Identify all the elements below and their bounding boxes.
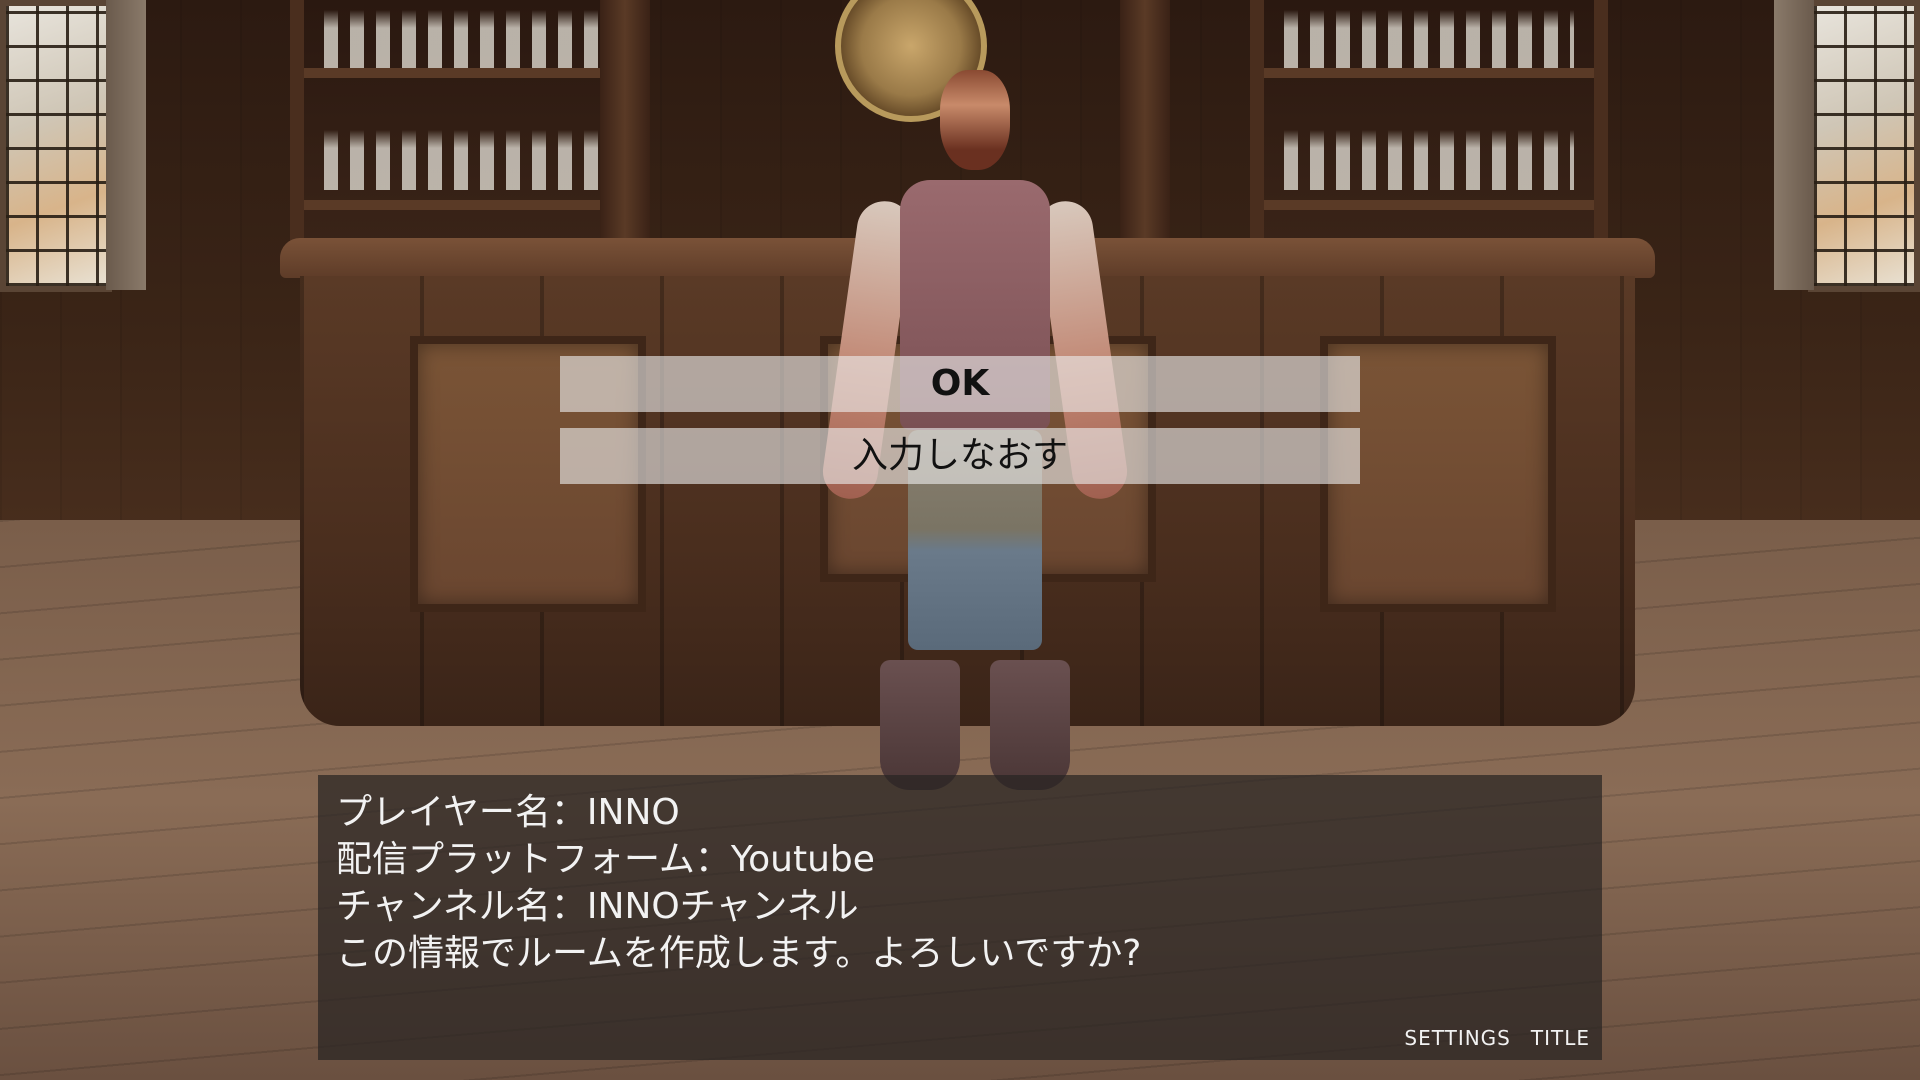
dialog-text: プレイヤー名：INNO 配信プラットフォーム：Youtube チャンネル名：IN…: [336, 789, 1141, 977]
dialog-box: プレイヤー名：INNO 配信プラットフォーム：Youtube チャンネル名：IN…: [318, 775, 1602, 1060]
settings-button[interactable]: SETTINGS: [1404, 1026, 1510, 1050]
game-scene: OK 入力しなおす プレイヤー名：INNO 配信プラットフォーム：Youtube…: [0, 0, 1920, 1080]
shelf-bottles: [1284, 130, 1574, 190]
shelf-bottles: [324, 10, 614, 70]
system-menu: SETTINGS TITLE: [1404, 1026, 1590, 1050]
channel-name-line: チャンネル名：INNOチャンネル: [336, 886, 859, 927]
stained-glass-window-left: [0, 0, 112, 292]
shelf-board: [1264, 68, 1594, 78]
character-boot: [990, 660, 1070, 790]
bottle-shelf-left: [290, 0, 648, 250]
platform-line: 配信プラットフォーム：Youtube: [336, 839, 875, 880]
player-name-line: プレイヤー名：INNO: [336, 792, 680, 833]
character-boot: [880, 660, 960, 790]
shelf-bottles: [324, 130, 614, 190]
re-enter-button[interactable]: 入力しなおす: [560, 428, 1360, 484]
window-frame-right: [1774, 0, 1814, 290]
window-frame-left: [106, 0, 146, 290]
title-button[interactable]: TITLE: [1531, 1026, 1590, 1050]
character-head: [940, 70, 1010, 170]
shelf-board: [304, 200, 634, 210]
shelf-board: [304, 68, 634, 78]
bottle-shelf-right: [1250, 0, 1608, 250]
wood-pillar: [1120, 0, 1170, 260]
confirmation-question: この情報でルームを作成します。よろしいですか?: [336, 933, 1142, 974]
shelf-board: [1264, 200, 1594, 210]
stained-glass-window-right: [1808, 0, 1920, 292]
ok-button[interactable]: OK: [560, 356, 1360, 412]
shelf-bottles: [1284, 10, 1574, 70]
wood-pillar: [600, 0, 650, 260]
